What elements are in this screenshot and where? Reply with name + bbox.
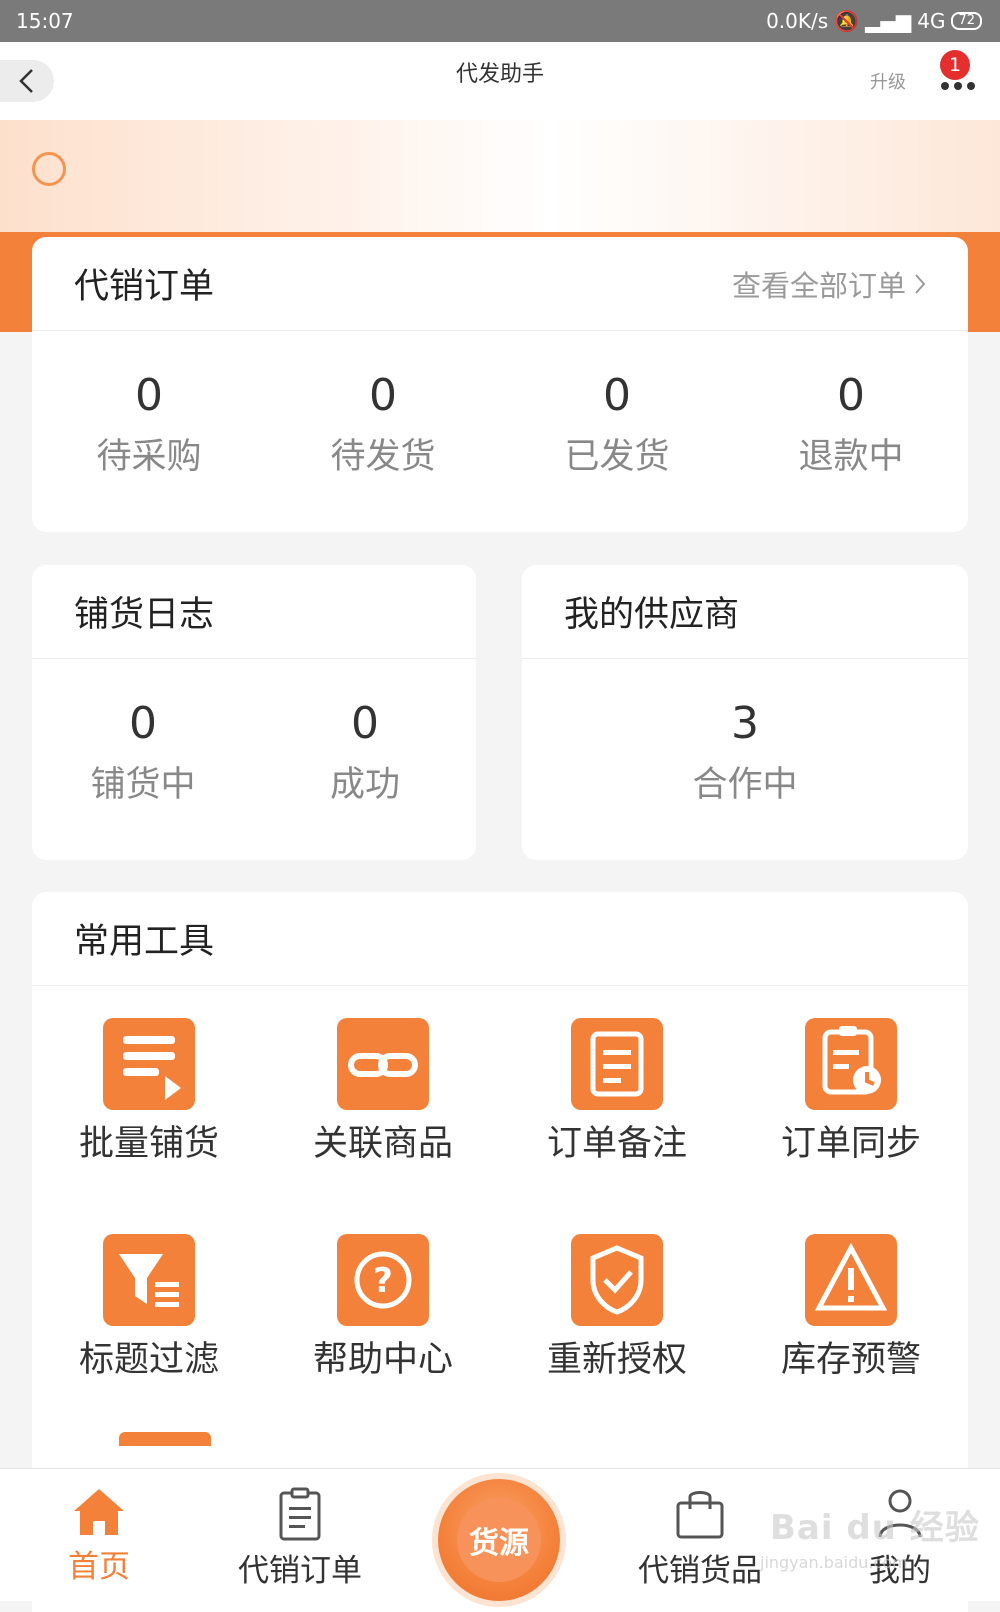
stat-value: 3 bbox=[731, 698, 759, 749]
baidu-watermark-url: jingyan.baidu.com bbox=[760, 1553, 908, 1572]
stat-pending-purchase[interactable]: 0 待采购 bbox=[32, 371, 266, 479]
page-title: 代发助手 bbox=[455, 62, 544, 87]
source-label: 货源 bbox=[469, 1526, 529, 1561]
tools-grid: 批量铺货 关联商品 订单备注 订单同步 标题过滤 ? 帮助中心 重新授权 库存预… bbox=[32, 986, 968, 1418]
suppliers-stats: 3 合作中 bbox=[522, 699, 968, 807]
top-bar: 代发助手 升级 1 bbox=[0, 42, 1000, 120]
distribution-log-stats: 0 铺货中 0 成功 bbox=[32, 699, 476, 807]
orders-title: 代销订单 bbox=[74, 267, 215, 307]
stat-label: 退款中 bbox=[798, 437, 904, 477]
notification-badge: 1 bbox=[940, 50, 970, 80]
tab-consignment-orders[interactable]: 代销订单 bbox=[215, 1487, 385, 1591]
tool-link-product[interactable]: 关联商品 bbox=[266, 986, 500, 1202]
stat-label: 待发货 bbox=[330, 437, 436, 477]
svg-text:?: ? bbox=[373, 1261, 393, 1301]
tool-label: 库存预警 bbox=[780, 1340, 921, 1380]
stat-distributing[interactable]: 0 铺货中 bbox=[32, 699, 254, 807]
info-icon bbox=[32, 152, 66, 186]
tool-title-filter[interactable]: 标题过滤 bbox=[32, 1202, 266, 1418]
stock-alert-icon bbox=[805, 1234, 897, 1326]
more-icon bbox=[941, 82, 975, 90]
more-button[interactable] bbox=[940, 76, 980, 106]
stat-pending-shipment[interactable]: 0 待发货 bbox=[266, 371, 500, 479]
tool-label: 订单备注 bbox=[546, 1124, 687, 1164]
reauthorize-icon bbox=[571, 1234, 663, 1326]
order-sync-icon bbox=[805, 1018, 897, 1110]
tool-help-center[interactable]: ? 帮助中心 bbox=[266, 1202, 500, 1418]
tool-reauthorize[interactable]: 重新授权 bbox=[500, 1202, 734, 1418]
stat-value: 0 bbox=[369, 370, 397, 421]
stat-label: 已发货 bbox=[564, 437, 670, 477]
source-button[interactable]: 货源 bbox=[438, 1479, 560, 1601]
status-bar: 15:07 0.0K/s 🔕 ▂▄▆ 4G 72 bbox=[0, 0, 1000, 42]
suppliers-title: 我的供应商 bbox=[564, 595, 740, 635]
shopping-bag-icon bbox=[676, 1491, 724, 1539]
stat-value: 0 bbox=[837, 370, 865, 421]
batch-distribute-icon bbox=[103, 1018, 195, 1110]
order-note-icon bbox=[571, 1018, 663, 1110]
stat-shipped[interactable]: 0 已发货 bbox=[500, 371, 734, 479]
home-icon bbox=[74, 1489, 124, 1535]
tool-batch-distribute[interactable]: 批量铺货 bbox=[32, 986, 266, 1202]
view-all-orders-link[interactable]: 查看全部订单 bbox=[732, 263, 926, 305]
link-product-icon bbox=[337, 1018, 429, 1110]
tab-label: 首页 bbox=[68, 1549, 130, 1585]
status-time: 15:07 bbox=[16, 9, 74, 33]
stat-value: 0 bbox=[351, 698, 379, 749]
tool-label: 帮助中心 bbox=[312, 1340, 453, 1380]
stat-label: 成功 bbox=[329, 765, 400, 805]
stat-label: 合作中 bbox=[692, 765, 798, 805]
suppliers-header: 我的供应商 bbox=[522, 565, 968, 659]
tab-consignment-goods[interactable]: 代销货品 bbox=[615, 1487, 785, 1591]
tool-label: 重新授权 bbox=[546, 1340, 687, 1380]
tab-label: 代销订单 bbox=[238, 1553, 362, 1589]
mute-icon: 🔕 bbox=[834, 9, 860, 33]
stat-label: 待采购 bbox=[96, 437, 202, 477]
network-speed: 0.0K/s bbox=[766, 9, 829, 33]
distribution-log-card[interactable]: 铺货日志 0 铺货中 0 成功 bbox=[32, 565, 476, 860]
battery-icon: 72 bbox=[951, 12, 982, 30]
tool-label: 批量铺货 bbox=[78, 1124, 219, 1164]
help-center-icon: ? bbox=[337, 1234, 429, 1326]
tool-label: 关联商品 bbox=[312, 1124, 453, 1164]
tool-label: 标题过滤 bbox=[78, 1340, 219, 1380]
stat-cooperating[interactable]: 3 合作中 bbox=[522, 699, 968, 807]
tool-label: 订单同步 bbox=[780, 1124, 921, 1164]
distribution-log-title: 铺货日志 bbox=[74, 595, 215, 635]
battery-level: 72 bbox=[958, 13, 975, 28]
view-all-orders-label: 查看全部订单 bbox=[731, 268, 906, 303]
suppliers-card[interactable]: 我的供应商 3 合作中 bbox=[522, 565, 968, 860]
orders-card-header: 代销订单 查看全部订单 bbox=[32, 237, 968, 331]
announcement-banner[interactable] bbox=[0, 120, 1000, 235]
stat-value: 0 bbox=[603, 370, 631, 421]
tool-order-sync[interactable]: 订单同步 bbox=[734, 986, 968, 1202]
tool-stock-alert[interactable]: 库存预警 bbox=[734, 1202, 968, 1418]
tools-title: 常用工具 bbox=[74, 922, 215, 962]
clipboard-icon bbox=[279, 1487, 321, 1541]
orders-card: 代销订单 查看全部订单 0 待采购 0 待发货 0 已发货 0 退款中 bbox=[32, 237, 968, 532]
stat-value: 0 bbox=[135, 370, 163, 421]
tools-header: 常用工具 bbox=[32, 892, 968, 986]
upgrade-button[interactable]: 升级 bbox=[870, 68, 906, 94]
tool-partial-icon bbox=[119, 1432, 211, 1446]
stat-success[interactable]: 0 成功 bbox=[254, 699, 476, 807]
source-icon: 货源 bbox=[457, 1498, 541, 1582]
network-type: 4G bbox=[917, 9, 946, 33]
title-filter-icon bbox=[103, 1234, 195, 1326]
stat-refunding[interactable]: 0 退款中 bbox=[734, 371, 968, 479]
orders-stats: 0 待采购 0 待发货 0 已发货 0 退款中 bbox=[32, 371, 968, 479]
chevron-right-icon bbox=[915, 273, 926, 294]
signal-icon: ▂▄▆ bbox=[865, 9, 912, 33]
tab-home[interactable]: 首页 bbox=[14, 1487, 184, 1587]
stat-label: 铺货中 bbox=[90, 765, 196, 805]
stat-value: 0 bbox=[129, 698, 157, 749]
status-indicators: 0.0K/s 🔕 ▂▄▆ 4G 72 bbox=[766, 9, 982, 33]
tool-order-note[interactable]: 订单备注 bbox=[500, 986, 734, 1202]
distribution-log-header: 铺货日志 bbox=[32, 565, 476, 659]
baidu-watermark: Bai du 经验 bbox=[770, 1508, 980, 1548]
